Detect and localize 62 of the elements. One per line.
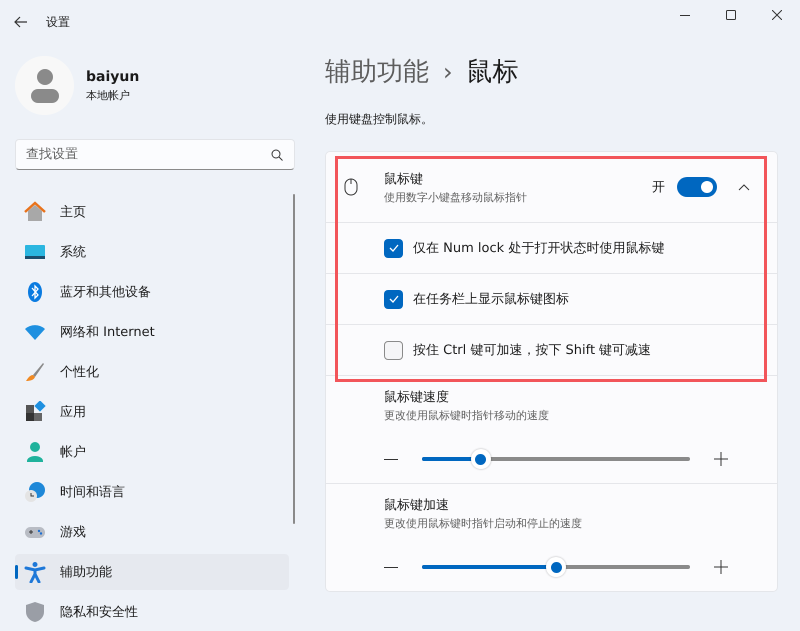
page-title: 鼠标	[466, 56, 519, 89]
nav-item[interactable]: 隐私和安全性	[15, 594, 289, 630]
checkbox[interactable]	[384, 290, 403, 308]
close-icon	[772, 10, 782, 20]
mouse-icon	[344, 178, 358, 196]
nav-item[interactable]: 应用	[15, 394, 289, 430]
back-arrow-icon	[14, 16, 28, 28]
window-title: 设置	[46, 14, 70, 30]
nav-item[interactable]: 蓝牙和其他设备	[15, 274, 289, 310]
minus-icon	[384, 458, 398, 460]
search-icon	[271, 149, 283, 161]
scrollbar[interactable]	[293, 194, 295, 524]
setting-description: 使用数字小键盘移动鼠标指针	[384, 190, 527, 204]
toggle-switch[interactable]	[677, 177, 717, 197]
nav-item[interactable]: 网络和 Internet	[15, 314, 289, 350]
person-silhouette-icon	[30, 68, 60, 104]
shield-icon	[24, 601, 46, 623]
page-description: 使用键盘控制鼠标。	[325, 111, 434, 128]
user-name: baiyun	[86, 68, 140, 84]
checkbox[interactable]	[384, 340, 403, 360]
setting-title: 鼠标键	[384, 170, 424, 188]
nav-item[interactable]: 时间和语言	[15, 474, 289, 510]
setting-title: 鼠标键速度	[384, 389, 450, 406]
brush-icon	[24, 361, 46, 383]
nav-item[interactable]: 个性化	[15, 354, 289, 390]
slider-track[interactable]	[422, 565, 690, 569]
slider-thumb[interactable]	[470, 449, 491, 469]
breadcrumb-parent[interactable]: 辅助功能	[325, 54, 429, 89]
account-type: 本地帐户	[86, 88, 131, 102]
nav-item[interactable]: 游戏	[15, 514, 289, 550]
nav-item[interactable]: 辅助功能	[15, 554, 289, 590]
chevron-icon	[738, 184, 750, 190]
checkbox-label[interactable]: 仅在 Num lock 处于打开状态时使用鼠标键	[413, 239, 664, 257]
minus-icon	[384, 566, 398, 568]
nav-item[interactable]: 主页	[15, 194, 289, 230]
house-icon	[24, 201, 46, 223]
slider-track[interactable]	[422, 457, 690, 461]
checkbox-label[interactable]: 在任务栏上显示鼠标键图标	[413, 290, 569, 308]
setting-title: 鼠标键加速	[384, 497, 450, 514]
apps-icon	[24, 401, 46, 423]
setting-description: 更改使用鼠标键时指针启动和停止的速度	[384, 516, 583, 531]
maximize-icon	[726, 10, 736, 20]
accessibility-icon	[24, 561, 46, 583]
plus-icon	[714, 452, 728, 466]
increase-button[interactable]	[714, 452, 728, 466]
globe-clock-icon	[24, 481, 46, 503]
plus-icon	[714, 560, 728, 574]
minimize-icon	[680, 14, 690, 16]
check-icon	[388, 244, 398, 252]
increase-button[interactable]	[714, 560, 728, 574]
nav-item[interactable]: 帐户	[15, 434, 289, 470]
checkbox-label[interactable]: 按住 Ctrl 键可加速，按下 Shift 键可减速	[413, 341, 652, 359]
breadcrumb-separator: ›	[443, 58, 453, 86]
person-icon	[24, 441, 46, 463]
back-button[interactable]	[14, 16, 28, 28]
search-field[interactable]: 查找设置	[15, 139, 295, 170]
slider-thumb[interactable]	[546, 557, 566, 577]
checkbox[interactable]	[384, 238, 403, 258]
setting-description: 更改使用鼠标键时指针移动的速度	[384, 408, 550, 423]
toggle-state: 开	[652, 179, 665, 196]
check-icon	[388, 295, 398, 303]
nav-item[interactable]: 系统	[15, 234, 289, 270]
